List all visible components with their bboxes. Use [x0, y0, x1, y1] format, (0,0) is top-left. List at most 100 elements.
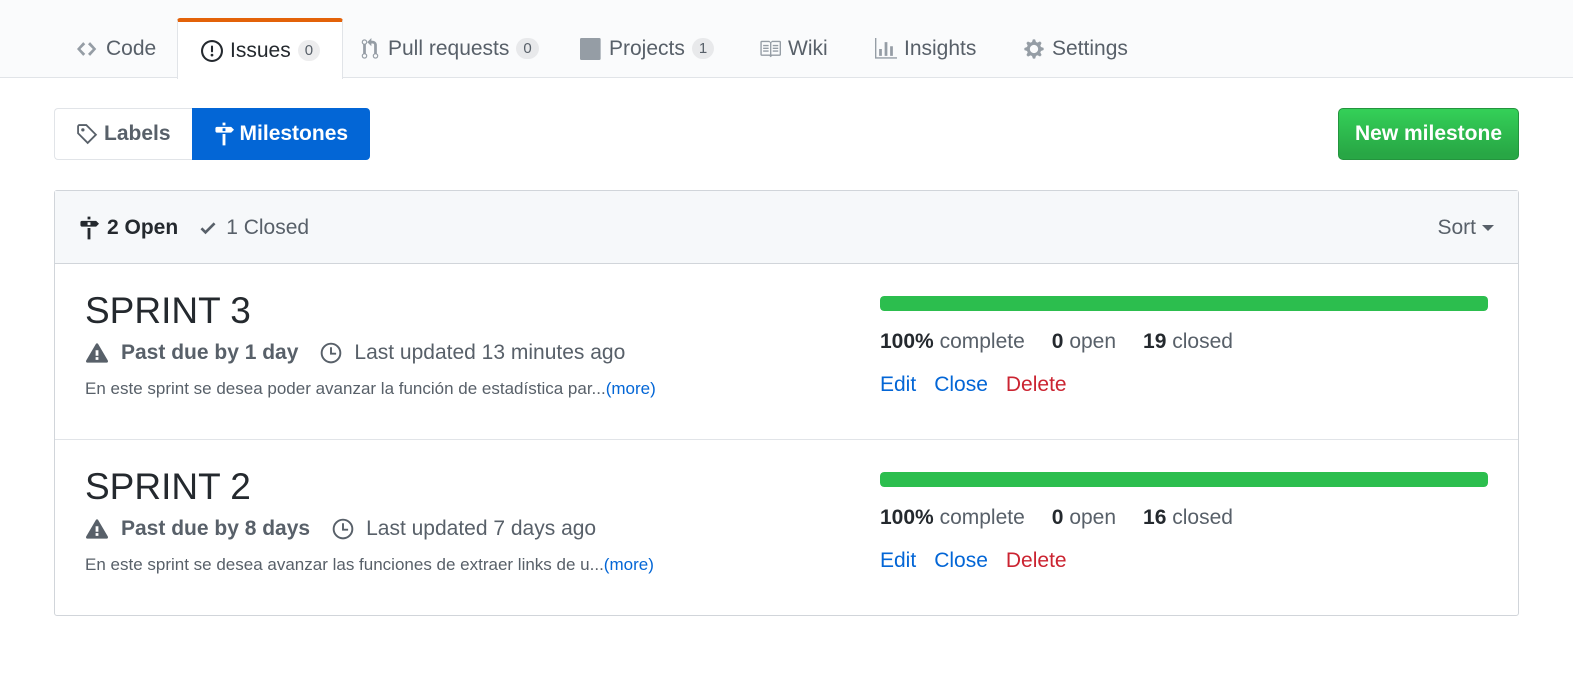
milestone-actions: Edit Close Delete [880, 373, 1488, 397]
tab-wiki[interactable]: Wiki [758, 18, 828, 79]
milestone-stats: 100% complete 0 open 16 closed [880, 506, 1488, 530]
progress-fill [880, 472, 1488, 487]
close-link[interactable]: Close [934, 373, 988, 397]
tab-label: Code [106, 36, 157, 60]
open-filter[interactable]: 2 Open [79, 215, 178, 241]
new-milestone-button[interactable]: New milestone [1338, 108, 1519, 160]
closed-label: closed [1172, 506, 1233, 529]
alert-icon [85, 342, 109, 364]
last-updated: Last updated 13 minutes ago [320, 341, 625, 365]
milestone-title[interactable]: SPRINT 3 [85, 290, 251, 332]
closed-count: 16 closed [1143, 506, 1233, 530]
complete-label: complete [939, 330, 1025, 353]
updated-text: Last updated 13 minutes ago [354, 341, 626, 364]
tab-insights[interactable]: Insights [874, 18, 976, 79]
code-icon [76, 37, 100, 61]
percent-value: 100% [880, 330, 934, 353]
graph-icon [874, 37, 898, 61]
due-status: Past due by 8 days [85, 517, 310, 541]
closed-count-value: 19 [1143, 330, 1167, 353]
tab-issues[interactable]: Issues 0 [177, 18, 344, 79]
check-icon [198, 218, 218, 238]
due-status: Past due by 1 day [85, 341, 298, 365]
closed-count: 19 closed [1143, 330, 1233, 354]
labels-link[interactable]: Labels [54, 108, 192, 160]
milestone-progress-area: 100% complete 0 open 19 closed Edit Clos… [880, 296, 1488, 397]
milestone-title[interactable]: SPRINT 2 [85, 466, 251, 508]
progress-bar [880, 472, 1488, 487]
milestone-progress-area: 100% complete 0 open 16 closed Edit Clos… [880, 472, 1488, 573]
subnav: Labels Milestones [54, 108, 371, 160]
open-count: 0 open [1052, 506, 1116, 530]
projects-counter: 1 [691, 38, 715, 59]
milestone-row: SPRINT 3 Past due by 1 day Last updated … [55, 264, 1518, 440]
open-count: 0 open [1052, 330, 1116, 354]
due-text: Past due by 1 day [121, 341, 299, 364]
tab-settings[interactable]: Settings [1022, 18, 1128, 79]
milestones-header: 2 Open 1 Closed Sort [55, 191, 1518, 264]
milestones-label: Milestones [239, 122, 349, 145]
tab-pull-requests[interactable]: Pull requests 0 [358, 18, 539, 79]
milestone-meta: Past due by 8 days Last updated 7 days a… [85, 517, 596, 541]
delete-link[interactable]: Delete [1006, 373, 1067, 397]
percent-complete: 100% complete [880, 330, 1025, 354]
tab-label: Pull requests [388, 36, 510, 60]
description-text: En este sprint se desea poder avanzar la… [85, 379, 606, 398]
progress-fill [880, 296, 1488, 311]
percent-value: 100% [880, 506, 934, 529]
labels-label: Labels [104, 122, 171, 145]
tab-label: Issues [230, 38, 291, 62]
tag-icon [76, 123, 98, 145]
edit-link[interactable]: Edit [880, 373, 916, 397]
tab-code[interactable]: Code [76, 18, 156, 79]
project-icon [579, 37, 603, 61]
tab-label: Settings [1052, 36, 1128, 60]
milestone-description: En este sprint se desea avanzar las func… [85, 555, 654, 575]
caret-down-icon [1482, 224, 1494, 231]
issue-opened-icon [200, 39, 224, 63]
milestone-description: En este sprint se desea poder avanzar la… [85, 379, 656, 399]
last-updated: Last updated 7 days ago [332, 517, 596, 541]
open-label: open [1069, 506, 1117, 529]
percent-complete: 100% complete [880, 506, 1025, 530]
closed-count-value: 16 [1143, 506, 1167, 529]
tab-label: Wiki [788, 36, 828, 60]
description-text: En este sprint se desea avanzar las func… [85, 555, 604, 574]
more-link[interactable]: (more) [606, 379, 656, 398]
clock-icon [332, 518, 354, 540]
updated-text: Last updated 7 days ago [366, 517, 597, 540]
tab-projects[interactable]: Projects 1 [579, 18, 715, 79]
complete-label: complete [939, 506, 1025, 529]
pull-requests-counter: 0 [516, 38, 539, 59]
delete-link[interactable]: Delete [1006, 549, 1067, 573]
open-count-value: 0 [1051, 330, 1064, 353]
tab-label: Projects [609, 36, 685, 60]
issues-counter: 0 [297, 40, 321, 61]
closed-filter-label: 1 Closed [226, 215, 310, 239]
close-link[interactable]: Close [934, 549, 988, 573]
milestones-link[interactable]: Milestones [191, 108, 371, 160]
milestone-icon [214, 122, 234, 146]
edit-link[interactable]: Edit [880, 549, 916, 573]
due-text: Past due by 8 days [121, 517, 311, 540]
sort-label: Sort [1437, 215, 1476, 239]
tab-label: Insights [904, 36, 977, 60]
sort-dropdown[interactable]: Sort [1437, 191, 1494, 264]
milestone-meta: Past due by 1 day Last updated 13 minute… [85, 341, 625, 365]
git-pull-request-icon [358, 37, 382, 61]
book-icon [758, 37, 782, 61]
state-filters: 2 Open 1 Closed [79, 191, 329, 264]
open-count-value: 0 [1051, 506, 1064, 529]
more-link[interactable]: (more) [604, 555, 654, 574]
open-label: open [1069, 330, 1117, 353]
repo-nav: Code Issues 0 Pull requests 0 Projects 1… [0, 0, 1573, 79]
milestone-stats: 100% complete 0 open 19 closed [880, 330, 1488, 354]
milestone-actions: Edit Close Delete [880, 549, 1488, 573]
progress-bar [880, 296, 1488, 311]
closed-filter[interactable]: 1 Closed [198, 216, 309, 240]
alert-icon [85, 518, 109, 540]
gear-icon [1022, 37, 1046, 61]
closed-label: closed [1172, 330, 1233, 353]
milestone-row: SPRINT 2 Past due by 8 days Last updated… [55, 440, 1518, 616]
clock-icon [320, 342, 342, 364]
